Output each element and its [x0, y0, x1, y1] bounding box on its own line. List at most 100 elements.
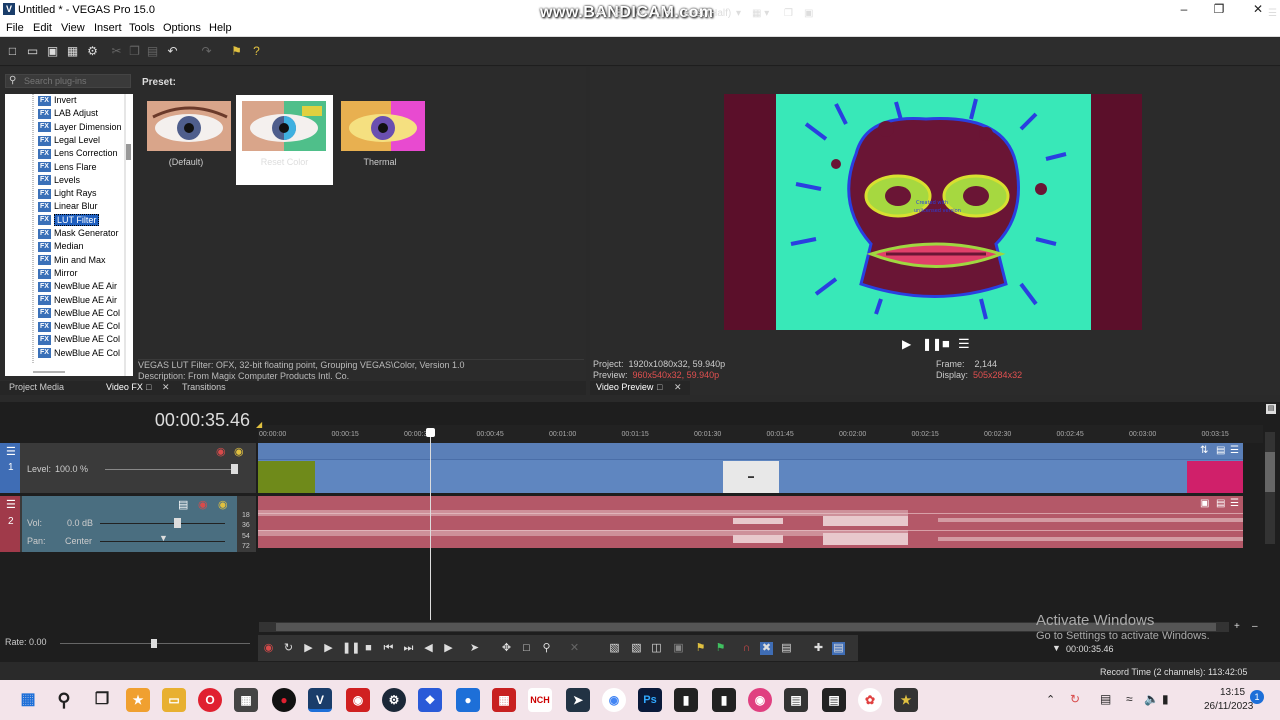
undo-icon[interactable]: ↶ — [166, 45, 179, 58]
settings-gear-icon[interactable]: ⚙ — [86, 45, 99, 58]
video-clip-thumbnail[interactable]: ▬ — [723, 461, 779, 493]
play-icon[interactable]: ▶ — [322, 642, 335, 655]
preset-thermal[interactable]: Thermal — [332, 95, 428, 185]
redo-icon[interactable]: ↷ — [200, 45, 213, 58]
plugin-item[interactable]: FX Legal Level — [38, 135, 100, 148]
open-folder-icon[interactable]: ▭ — [26, 45, 39, 58]
split-screen-icon[interactable]: ◫ ▾ — [654, 8, 671, 19]
plugin-item[interactable]: FX Light Rays — [38, 188, 97, 201]
reader-app-icon[interactable]: ▮ — [712, 688, 736, 712]
split-icon[interactable]: ◫ — [650, 642, 663, 655]
tab-close-icon[interactable]: ✕ — [162, 382, 170, 393]
save-icon[interactable]: ▣ — [46, 45, 59, 58]
render-icon[interactable]: ▦ — [66, 45, 79, 58]
photos-app-icon[interactable]: ✿ — [858, 688, 882, 712]
plugin-item[interactable]: FX Levels — [38, 175, 80, 188]
playhead-cursor[interactable] — [430, 428, 431, 620]
preview-pause-button[interactable]: ❚❚ — [922, 337, 942, 351]
track1-menu-icon[interactable]: ☰ — [6, 445, 16, 458]
video-clip-start[interactable] — [258, 461, 315, 493]
plugin-item[interactable]: FX Median — [38, 241, 84, 254]
plugin-item[interactable]: FX NewBlue AE Col — [38, 334, 120, 347]
taskbar-time[interactable]: 13:15 — [1220, 687, 1245, 698]
vertical-scroll-thumb[interactable] — [1265, 452, 1275, 492]
quality-chevron-down-icon[interactable]: ▾ — [736, 8, 741, 19]
file-explorer-icon[interactable]: ▭ — [162, 688, 186, 712]
zoom-out-icon[interactable]: – — [1252, 621, 1258, 632]
track1-level-slider[interactable] — [105, 469, 237, 470]
track2-vol-handle[interactable] — [174, 518, 181, 528]
menu-tools[interactable]: Tools — [129, 22, 155, 34]
task-view-icon[interactable]: ❐ — [90, 688, 114, 712]
track1-solo-icon[interactable]: ◉ — [234, 445, 244, 458]
region-icon[interactable]: ⚑ — [714, 642, 727, 655]
audio-event-menu-icon[interactable]: ☰ — [1230, 498, 1239, 509]
chrome-icon[interactable]: ◉ — [602, 688, 626, 712]
minimize-button[interactable]: – — [1174, 2, 1194, 18]
tray-chevron-up-icon[interactable]: ⌃ — [1046, 693, 1055, 706]
book-app-icon[interactable]: ▮ — [674, 688, 698, 712]
audio-track[interactable]: ▣ ▤ ☰ — [258, 496, 1243, 548]
headphones-app-icon[interactable]: ◉ — [748, 688, 772, 712]
preview-stop-button[interactable]: ■ — [942, 336, 950, 351]
track2-menu-icon[interactable]: ☰ — [6, 498, 16, 511]
network-app-icon[interactable]: ❖ — [418, 688, 442, 712]
plugin-item[interactable]: FX NewBlue AE Col — [38, 348, 120, 361]
auto-ripple-icon[interactable]: ✖ — [760, 642, 773, 655]
audio-event-fx-icon[interactable]: ▤ — [1216, 498, 1225, 509]
start-button-icon[interactable]: ▦ — [16, 688, 40, 712]
video-editor-icon[interactable]: ▦ — [234, 688, 258, 712]
nch-app-icon[interactable]: NCH — [528, 688, 552, 712]
photoshop-icon[interactable]: Ps — [638, 688, 662, 712]
tab-video-preview[interactable]: Video Preview — [596, 382, 653, 392]
properties-icon[interactable]: ⚑ — [230, 45, 243, 58]
previous-frame-icon[interactable]: ◀ — [422, 642, 435, 655]
event-fx-icon[interactable]: ▤ — [1216, 445, 1225, 456]
loop-icon[interactable]: ↻ — [282, 642, 295, 655]
plugin-item[interactable]: FX NewBlue AE Air — [38, 295, 117, 308]
rate-handle[interactable] — [151, 639, 157, 648]
plugin-item[interactable]: FX Mask Generator — [38, 228, 119, 241]
track1-mute-icon[interactable]: ◉ — [216, 445, 226, 458]
taskbar-date[interactable]: 26/11/2023 — [1204, 701, 1253, 712]
plugin-item[interactable]: FX NewBlue AE Col — [38, 321, 120, 334]
piano-app-icon[interactable]: ▤ — [784, 688, 808, 712]
tray-app-icon[interactable]: ↻ — [1070, 692, 1080, 706]
notification-badge-icon[interactable]: 1 — [1250, 690, 1264, 704]
vegas-pro-taskbar-icon[interactable]: V — [308, 688, 332, 712]
lock-envelopes-icon[interactable]: ▤ — [832, 642, 845, 655]
trim-start-icon[interactable]: ▧ — [608, 642, 621, 655]
tab-project-media[interactable]: Project Media — [9, 382, 64, 392]
selection-tool-icon[interactable]: □ — [520, 642, 533, 655]
menu-help[interactable]: Help — [209, 22, 232, 34]
zoom-tool-icon[interactable]: ⚲ — [540, 642, 553, 655]
fx-icon[interactable]: fx — [636, 8, 644, 19]
event-menu-icon[interactable]: ☰ — [1230, 445, 1239, 456]
audio-event-lock-icon[interactable]: ▣ — [1200, 498, 1209, 509]
lock-icon[interactable]: ▣ — [672, 642, 685, 655]
notification-app-icon[interactable]: ★ — [126, 688, 150, 712]
preset-default[interactable]: (Default) — [138, 95, 234, 185]
video-track[interactable]: ▬ ⇅ ▤ ☰ — [258, 443, 1243, 493]
envelope-tool-icon[interactable]: ✥ — [500, 642, 513, 655]
search-plugins-field[interactable]: ⚲ — [5, 74, 131, 88]
go-to-end-icon[interactable]: ⏭ — [402, 642, 415, 655]
plugin-item[interactable]: FX NewBlue AE Col — [38, 308, 120, 321]
plugin-item[interactable]: FX Min and Max — [38, 255, 106, 268]
plugin-item[interactable]: FX Lens Correction — [38, 148, 118, 161]
event-pan-crop-icon[interactable]: ⇅ — [1200, 445, 1208, 456]
play-from-start-icon[interactable]: ▶ — [302, 642, 315, 655]
track2-fx-icon[interactable]: ▤ — [178, 498, 188, 511]
track2-pan-handle[interactable]: ▼ — [159, 533, 168, 543]
delete-icon[interactable]: ✕ — [568, 642, 581, 655]
menu-edit[interactable]: Edit — [33, 22, 52, 34]
timeline-menu-icon[interactable]: ▤ — [1266, 404, 1276, 414]
copy-snapshot-icon[interactable]: ❐ — [784, 8, 793, 19]
preview-play-button[interactable]: ▶ — [902, 337, 911, 351]
go-to-start-icon[interactable]: ⏮ — [382, 642, 395, 655]
edit-tool-icon[interactable]: ➤ — [468, 642, 481, 655]
wifi-icon[interactable]: ≈ — [1126, 692, 1133, 706]
track1-level-handle[interactable] — [231, 464, 238, 474]
opera-icon[interactable]: O — [198, 688, 222, 712]
preview-quality-dropdown[interactable]: Best (Half) — [684, 8, 731, 19]
